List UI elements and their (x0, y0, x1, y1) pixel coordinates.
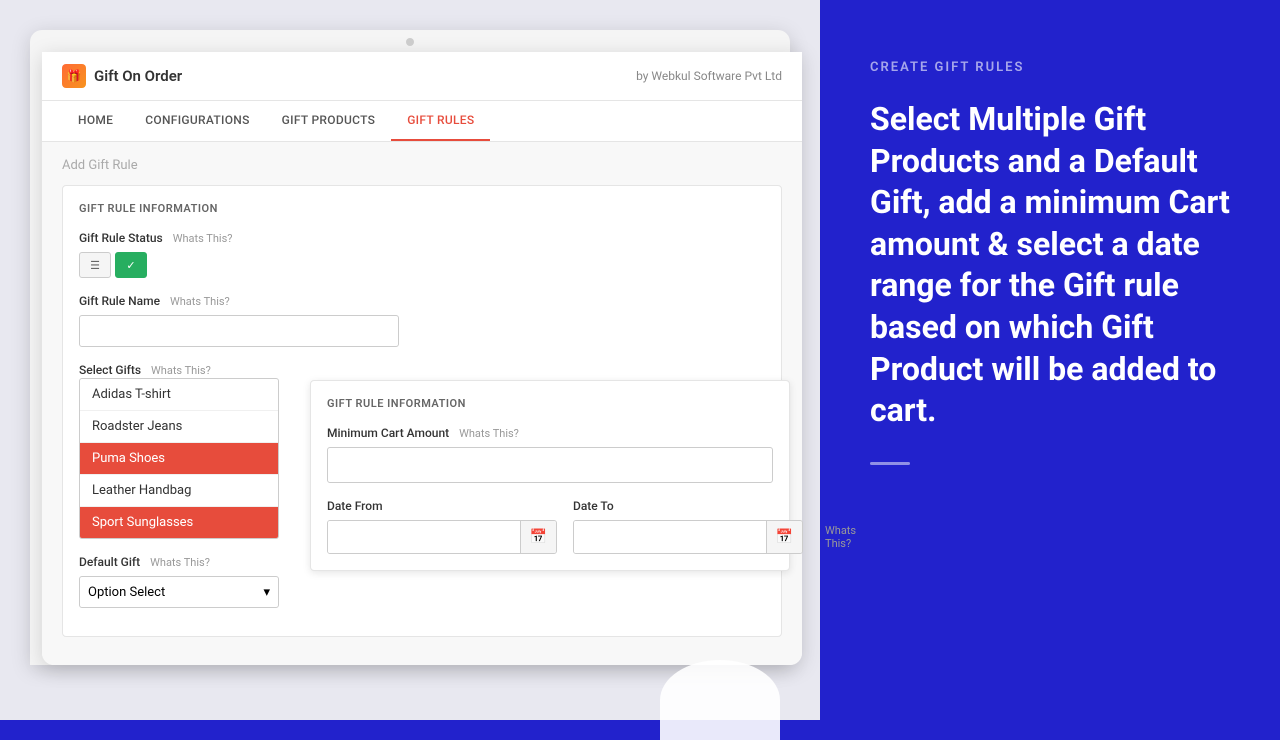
date-to-calendar-icon[interactable]: 📅 (766, 521, 802, 553)
gift-item-puma[interactable]: Puma Shoes (80, 443, 278, 475)
status-label: Gift Rule Status (79, 231, 163, 245)
nav-configurations[interactable]: CONFIGURATIONS (129, 101, 265, 141)
select-gifts-whats-this: Whats This? (151, 364, 211, 377)
create-gift-eyebrow: CREATE GIFT RULES (870, 60, 1230, 75)
date-to-wrapper: 📅 (573, 520, 803, 554)
select-gifts-label: Select Gifts (79, 363, 141, 377)
toggle-list-icon: ☰ (90, 259, 100, 272)
date-from-input[interactable] (328, 521, 520, 553)
nav-gift-products[interactable]: GIFT PRODUCTS (266, 101, 392, 141)
date-whats-this: Whats This? (825, 524, 856, 550)
gift-rule-status-field: Gift Rule Status Whats This? ☰ ✓ (79, 227, 765, 278)
app-header: 🎁 Gift On Order by Webkul Software Pvt L… (42, 52, 802, 101)
form1-section-title: GIFT RULE INFORMATION (79, 202, 765, 215)
date-to-input[interactable] (574, 521, 766, 553)
left-panel: 🎁 Gift On Order by Webkul Software Pvt L… (0, 0, 820, 720)
date-from-label: Date From (327, 499, 383, 513)
date-from-wrapper: 📅 (327, 520, 557, 554)
browser-tab-bar (42, 38, 778, 46)
divider-line (870, 462, 910, 465)
browser-dot (406, 38, 414, 46)
form2-section-title: GIFT RULE INFORMATION (327, 397, 773, 410)
date-from-calendar-icon[interactable]: 📅 (520, 521, 556, 553)
white-arc-decoration (660, 660, 780, 740)
date-to-label: Date To (573, 499, 614, 513)
select-chevron-icon: ▾ (263, 585, 270, 600)
gift-item-leather[interactable]: Leather Handbag (80, 475, 278, 507)
form-card-2: GIFT RULE INFORMATION Minimum Cart Amoun… (310, 380, 790, 571)
app-title: Gift On Order (94, 67, 182, 85)
app-by-label: by Webkul Software Pvt Ltd (636, 69, 782, 83)
default-gift-label: Default Gift (79, 555, 140, 569)
name-whats-this: Whats This? (170, 295, 230, 308)
page-breadcrumb: Add Gift Rule (62, 158, 782, 173)
toggle-check-icon: ✓ (126, 259, 135, 272)
gift-rule-name-input[interactable] (79, 315, 399, 347)
min-cart-field: Minimum Cart Amount Whats This? (327, 422, 773, 483)
app-window: 🎁 Gift On Order by Webkul Software Pvt L… (42, 52, 802, 665)
right-panel: CREATE GIFT RULES Select Multiple Gift P… (820, 0, 1280, 720)
date-whats-this-wrapper: Whats This? (819, 495, 856, 554)
status-whats-this: Whats This? (173, 232, 233, 245)
min-cart-whats-this: Whats This? (459, 427, 519, 440)
default-gift-whats-this: Whats This? (150, 556, 210, 569)
date-row: Date From 📅 Date To 📅 Whats This? (327, 495, 773, 554)
gift-item-adidas[interactable]: Adidas T-shirt (80, 379, 278, 411)
app-logo: 🎁 Gift On Order (62, 64, 182, 88)
min-cart-label: Minimum Cart Amount (327, 426, 449, 440)
gift-item-sport[interactable]: Sport Sunglasses (80, 507, 278, 538)
name-label: Gift Rule Name (79, 294, 160, 308)
nav-home[interactable]: HOME (62, 101, 129, 141)
min-cart-input[interactable] (327, 447, 773, 483)
nav-gift-rules[interactable]: GIFT RULES (391, 101, 490, 141)
gift-rule-name-field: Gift Rule Name Whats This? (79, 290, 765, 347)
app-nav: HOME CONFIGURATIONS GIFT PRODUCTS GIFT R… (42, 101, 802, 142)
toggle-list-btn[interactable]: ☰ (79, 252, 111, 278)
default-gift-select[interactable]: Option Select ▾ (79, 576, 279, 608)
gift-item-roadster[interactable]: Roadster Jeans (80, 411, 278, 443)
toggle-check-btn[interactable]: ✓ (115, 252, 147, 278)
date-from-field: Date From 📅 (327, 495, 557, 554)
date-to-field: Date To 📅 (573, 495, 803, 554)
logo-icon: 🎁 (62, 64, 86, 88)
select-option-label: Option Select (88, 585, 165, 600)
status-toggle: ☰ ✓ (79, 252, 765, 278)
create-gift-description: Select Multiple Gift Products and a Defa… (870, 99, 1230, 432)
gifts-dropdown: Adidas T-shirt Roadster Jeans Puma Shoes… (79, 378, 279, 539)
